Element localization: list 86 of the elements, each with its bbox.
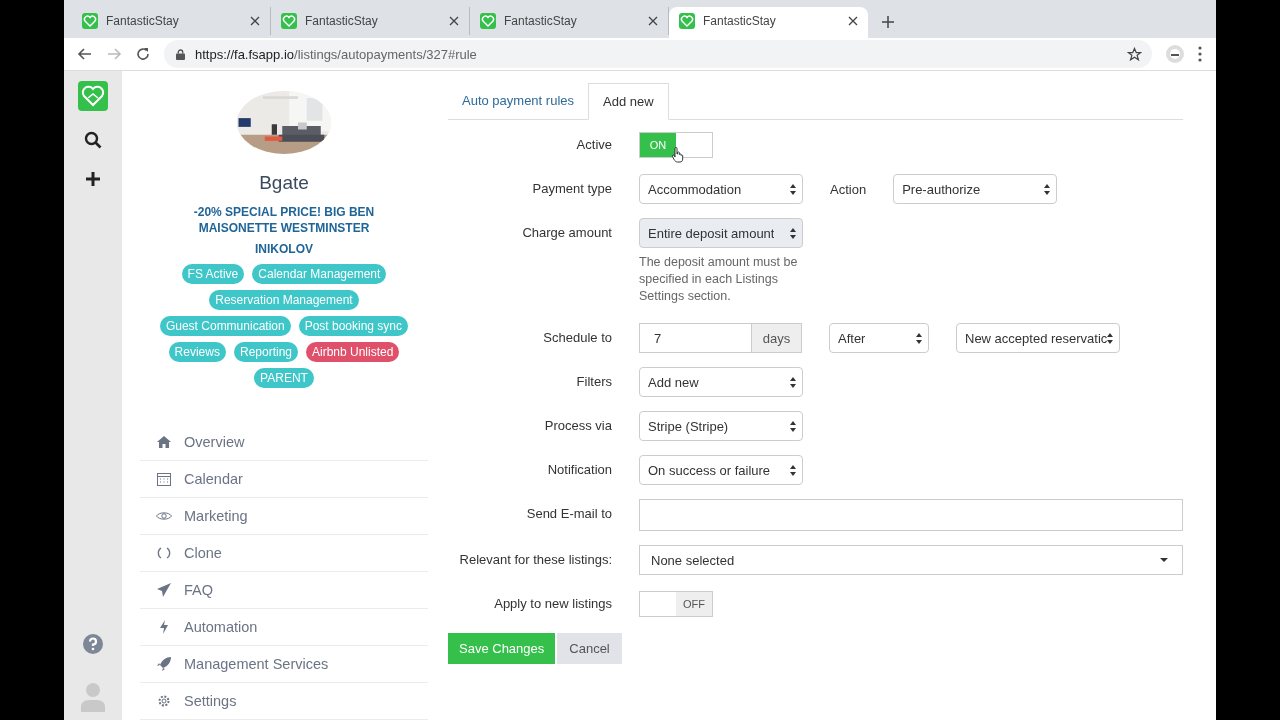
field-label: Schedule to — [542, 329, 612, 347]
help-text: The deposit amount must be specified in each Listings Settings section. — [639, 254, 799, 305]
tag: Reviews — [168, 342, 226, 362]
address-bar[interactable]: https://fa.fsapp.io/listings/autopayments/327#rule — [164, 40, 1152, 68]
field-label: Action — [830, 181, 867, 197]
up-down-icon — [1044, 183, 1051, 195]
nav-item[interactable]: FAQ — [140, 572, 428, 609]
browser-tab[interactable]: FantasticStay — [271, 7, 470, 35]
browser-tab[interactable]: FantasticStay — [72, 7, 271, 35]
up-down-icon — [790, 183, 796, 195]
heart-logo-icon — [281, 13, 297, 29]
close-icon[interactable] — [848, 16, 858, 26]
field-label: Payment type — [531, 180, 612, 198]
help-icon[interactable] — [83, 634, 103, 654]
tag: PARENT — [254, 368, 314, 388]
tag: Airbnb Unlisted — [306, 342, 400, 362]
up-down-icon — [916, 332, 922, 344]
field-label: Charge amount — [521, 224, 612, 242]
star-icon[interactable] — [1127, 46, 1142, 62]
days-addon: days — [751, 323, 802, 353]
toggle-switch[interactable]: OFF — [639, 591, 713, 617]
heart-logo-icon — [480, 13, 496, 29]
tag: FS Active — [181, 264, 245, 284]
nav-item[interactable]: Overview — [140, 424, 428, 461]
tab[interactable]: Add new — [588, 83, 669, 120]
field-label: Filters — [575, 373, 612, 391]
new-tab-icon[interactable] — [882, 16, 894, 28]
reload-icon[interactable] — [135, 46, 151, 62]
browser-tab[interactable]: FantasticStay — [669, 7, 868, 38]
owner-name[interactable]: INIKOLOV — [255, 242, 313, 256]
hand-cursor-icon — [672, 147, 684, 163]
select-field[interactable]: After — [829, 323, 929, 353]
close-icon[interactable] — [250, 16, 260, 26]
heart-logo-icon — [679, 13, 695, 29]
tag: Guest Communication — [159, 316, 291, 336]
cancel-button[interactable]: Cancel — [557, 633, 622, 664]
select-field[interactable]: Add new — [639, 367, 803, 397]
select-field[interactable]: Accommodation — [639, 174, 803, 204]
up-down-icon — [790, 464, 796, 476]
rocket-icon — [157, 657, 171, 671]
bolt-icon — [160, 620, 168, 634]
tag: Reporting — [233, 342, 298, 362]
field-label: Process via — [543, 417, 612, 435]
home-icon — [157, 436, 171, 448]
field-label: Relevant for these listings: — [458, 551, 612, 569]
tab[interactable]: Auto payment rules — [448, 83, 588, 119]
tag: Post booking sync — [298, 316, 409, 336]
plus-icon[interactable] — [85, 171, 101, 187]
select-field[interactable]: Pre-authorize — [893, 174, 1058, 204]
field-label: Send E-mail to — [525, 505, 612, 523]
nav-item[interactable]: Calendar — [140, 461, 428, 498]
eye-icon — [156, 511, 172, 521]
search-icon[interactable] — [84, 131, 102, 149]
menu-icon[interactable] — [1198, 46, 1202, 62]
heart-logo-icon — [82, 13, 98, 29]
nav-item[interactable]: Automation — [140, 609, 428, 646]
listing-title[interactable]: -20% SPECIAL PRICE! BIG BEN MAISONETTE WESTMINSTER — [154, 204, 414, 236]
nav-item[interactable]: Management Services — [140, 646, 428, 683]
select-field[interactable]: New accepted reservatic — [956, 323, 1120, 353]
calendar-icon — [157, 472, 171, 486]
field-label: Active — [575, 136, 612, 154]
nav-item[interactable]: Clone — [140, 535, 428, 572]
email-field[interactable] — [639, 499, 1183, 531]
select-field[interactable]: On success or failure — [639, 455, 803, 485]
listing-name: Bgate — [259, 172, 309, 194]
gear-icon — [157, 694, 171, 708]
browser-tab[interactable]: FantasticStay — [470, 7, 669, 35]
select-field[interactable]: Stripe (Stripe) — [639, 411, 803, 441]
multi-select-field[interactable]: None selected — [639, 545, 1183, 575]
field-label: Notification — [546, 461, 612, 479]
up-down-icon — [790, 227, 796, 239]
number-field[interactable]: 7 — [639, 323, 751, 353]
up-down-icon — [790, 376, 796, 388]
lock-icon — [176, 48, 185, 60]
caret-icon — [1160, 558, 1168, 562]
up-down-icon — [790, 420, 796, 432]
tag: Reservation Management — [209, 290, 359, 310]
nav-item[interactable]: Marketing — [140, 498, 428, 535]
close-icon[interactable] — [449, 16, 459, 26]
up-down-icon — [1107, 332, 1113, 344]
close-icon[interactable] — [648, 16, 658, 26]
paper-plane-icon — [157, 583, 171, 597]
tag: Calendar Management — [252, 264, 387, 284]
field-label: Apply to new listings — [493, 595, 612, 613]
nav-item[interactable]: Settings — [140, 683, 428, 720]
back-icon[interactable] — [77, 46, 93, 62]
